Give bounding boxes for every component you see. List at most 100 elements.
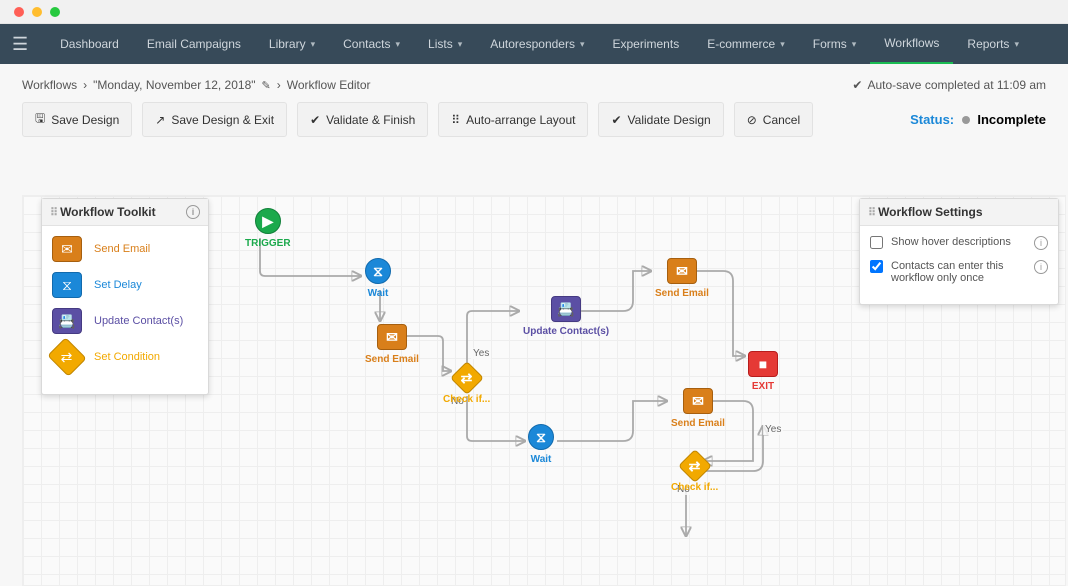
workflow-node-wait2[interactable]: ⧖ Wait	[528, 424, 554, 465]
nav-item-reports[interactable]: Reports▾	[953, 24, 1033, 64]
auto-arrange-button[interactable]: ⠿Auto-arrange Layout	[438, 102, 588, 137]
validate-finish-button[interactable]: ✔Validate & Finish	[297, 102, 428, 137]
check2-icon: ⇄	[678, 449, 712, 483]
workflow-node-check2[interactable]: ⇄Check if...	[671, 454, 718, 493]
workflow-node-trigger[interactable]: ▶TRIGGER	[245, 208, 291, 249]
chevron-down-icon: ▾	[780, 39, 785, 50]
chevron-down-icon: ▾	[458, 39, 463, 50]
nav-item-email-campaigns[interactable]: Email Campaigns	[133, 24, 255, 64]
node-label: Send Email	[365, 354, 419, 365]
node-label: Wait	[368, 288, 389, 299]
drag-grip-icon[interactable]: ⠿	[868, 207, 874, 219]
toolkit-item-set-condition[interactable]: ⇄Set Condition	[52, 344, 198, 370]
check-icon: ✔	[852, 78, 862, 92]
settings-panel[interactable]: ⠿Workflow Settings Show hover descriptio…	[859, 198, 1059, 305]
hamburger-menu-icon[interactable]: ☰	[12, 34, 28, 55]
wait2-icon: ⧖	[528, 424, 554, 450]
workflow-node-wait1[interactable]: ⧖ Wait	[365, 258, 391, 299]
check-icon: ✔	[611, 113, 621, 127]
workflow-canvas[interactable]: Yes No Yes No ▶TRIGGER⧖Wait✉Send Email⇄C…	[22, 195, 1066, 586]
chevron-down-icon: ▾	[395, 39, 400, 50]
edge-label-yes: Yes	[763, 424, 783, 435]
setting-label: Contacts can enter this workflow only on…	[891, 260, 1026, 284]
close-window-icon[interactable]	[14, 7, 24, 17]
nav-item-e-commerce[interactable]: E-commerce▾	[693, 24, 799, 64]
chevron-down-icon: ▾	[311, 39, 316, 50]
minimize-window-icon[interactable]	[32, 7, 42, 17]
update-contact-s--icon: 📇	[52, 308, 82, 334]
nav-item-dashboard[interactable]: Dashboard	[46, 24, 133, 64]
node-label: Send Email	[655, 288, 709, 299]
send1-icon: ✉	[377, 324, 407, 350]
exit-icon: ↗	[155, 113, 165, 127]
settings-header[interactable]: ⠿Workflow Settings	[860, 199, 1058, 226]
save-exit-button[interactable]: ↗Save Design & Exit	[142, 102, 287, 137]
chevron-down-icon: ▾	[580, 39, 585, 50]
save-icon: 🖫	[35, 109, 45, 130]
send2-icon: ✉	[667, 258, 697, 284]
enter-once-checkbox[interactable]	[870, 260, 883, 273]
nav-item-workflows[interactable]: Workflows	[870, 24, 953, 64]
check-icon: ✔	[310, 113, 320, 127]
breadcrumb-current: Workflow Editor	[287, 78, 371, 92]
top-nav: ☰ DashboardEmail CampaignsLibrary▾Contac…	[0, 24, 1068, 64]
info-icon[interactable]: i	[1034, 236, 1048, 250]
status-dot-icon	[962, 116, 970, 124]
info-icon[interactable]: i	[186, 205, 200, 219]
toolkit-item-set-delay[interactable]: ⧖Set Delay	[52, 272, 198, 298]
send-email-icon: ✉	[52, 236, 82, 262]
nav-item-library[interactable]: Library▾	[255, 24, 329, 64]
node-label: TRIGGER	[245, 238, 291, 249]
node-label: EXIT	[752, 381, 774, 392]
maximize-window-icon[interactable]	[50, 7, 60, 17]
setting-label: Show hover descriptions	[891, 236, 1011, 248]
nav-item-forms[interactable]: Forms▾	[799, 24, 871, 64]
status-value: Incomplete	[977, 112, 1046, 127]
set-delay-icon: ⧖	[52, 272, 82, 298]
toolkit-header[interactable]: ⠿Workflow Toolkit i	[42, 199, 208, 226]
toolkit-panel[interactable]: ⠿Workflow Toolkit i ✉Send Email ⧖Set Dela…	[41, 198, 209, 395]
workflow-node-update[interactable]: 📇 Update Contact(s)	[523, 296, 609, 337]
workflow-node-send1[interactable]: ✉ Send Email	[365, 324, 419, 365]
toolkit-item-send-email[interactable]: ✉Send Email	[52, 236, 198, 262]
validate-button[interactable]: ✔Validate Design	[598, 102, 723, 137]
cancel-icon: ⊘	[747, 113, 757, 127]
nav-item-autoresponders[interactable]: Autoresponders▾	[476, 24, 598, 64]
node-label: Send Email	[671, 418, 725, 429]
edge-label-yes: Yes	[471, 348, 491, 359]
node-label: Wait	[531, 454, 552, 465]
nav-item-experiments[interactable]: Experiments	[599, 24, 694, 64]
grid-icon: ⠿	[451, 113, 460, 127]
exit-icon: ■	[748, 351, 778, 377]
cancel-button[interactable]: ⊘Cancel	[734, 102, 813, 137]
nav-item-contacts[interactable]: Contacts▾	[329, 24, 414, 64]
breadcrumb-item[interactable]: "Monday, November 12, 2018"	[93, 78, 255, 92]
node-label: Update Contact(s)	[523, 326, 609, 337]
window-titlebar	[0, 0, 1068, 24]
set-condition-icon: ⇄	[47, 337, 87, 377]
check1-icon: ⇄	[450, 361, 484, 395]
save-button[interactable]: 🖫Save Design	[22, 102, 132, 137]
nav-item-lists[interactable]: Lists▾	[414, 24, 476, 64]
workflow-node-send3[interactable]: ✉ Send Email	[671, 388, 725, 429]
chevron-down-icon: ▾	[1014, 39, 1019, 50]
autosave-status: ✔ Auto-save completed at 11:09 am	[852, 78, 1046, 92]
workflow-node-check1[interactable]: ⇄Check if...	[443, 366, 490, 405]
info-icon[interactable]: i	[1034, 260, 1048, 274]
status-display: Status: Incomplete	[910, 112, 1046, 127]
node-label: Check if...	[443, 394, 490, 405]
send3-icon: ✉	[683, 388, 713, 414]
drag-grip-icon[interactable]: ⠿	[50, 207, 56, 219]
breadcrumb-bar: Workflows › "Monday, November 12, 2018" …	[0, 64, 1068, 102]
wait1-icon: ⧖	[365, 258, 391, 284]
workflow-node-exit[interactable]: ■ EXIT	[748, 351, 778, 392]
update-icon: 📇	[551, 296, 581, 322]
toolkit-item-update-contact-s-[interactable]: 📇Update Contact(s)	[52, 308, 198, 334]
node-label: Check if...	[671, 482, 718, 493]
breadcrumb-root[interactable]: Workflows	[22, 78, 77, 92]
edit-name-icon[interactable]: ✎	[262, 79, 271, 92]
chevron-down-icon: ▾	[852, 39, 857, 50]
toolbar: 🖫Save Design ↗Save Design & Exit ✔Valida…	[0, 102, 1068, 149]
hover-descriptions-checkbox[interactable]	[870, 236, 883, 249]
workflow-node-send2[interactable]: ✉ Send Email	[655, 258, 709, 299]
